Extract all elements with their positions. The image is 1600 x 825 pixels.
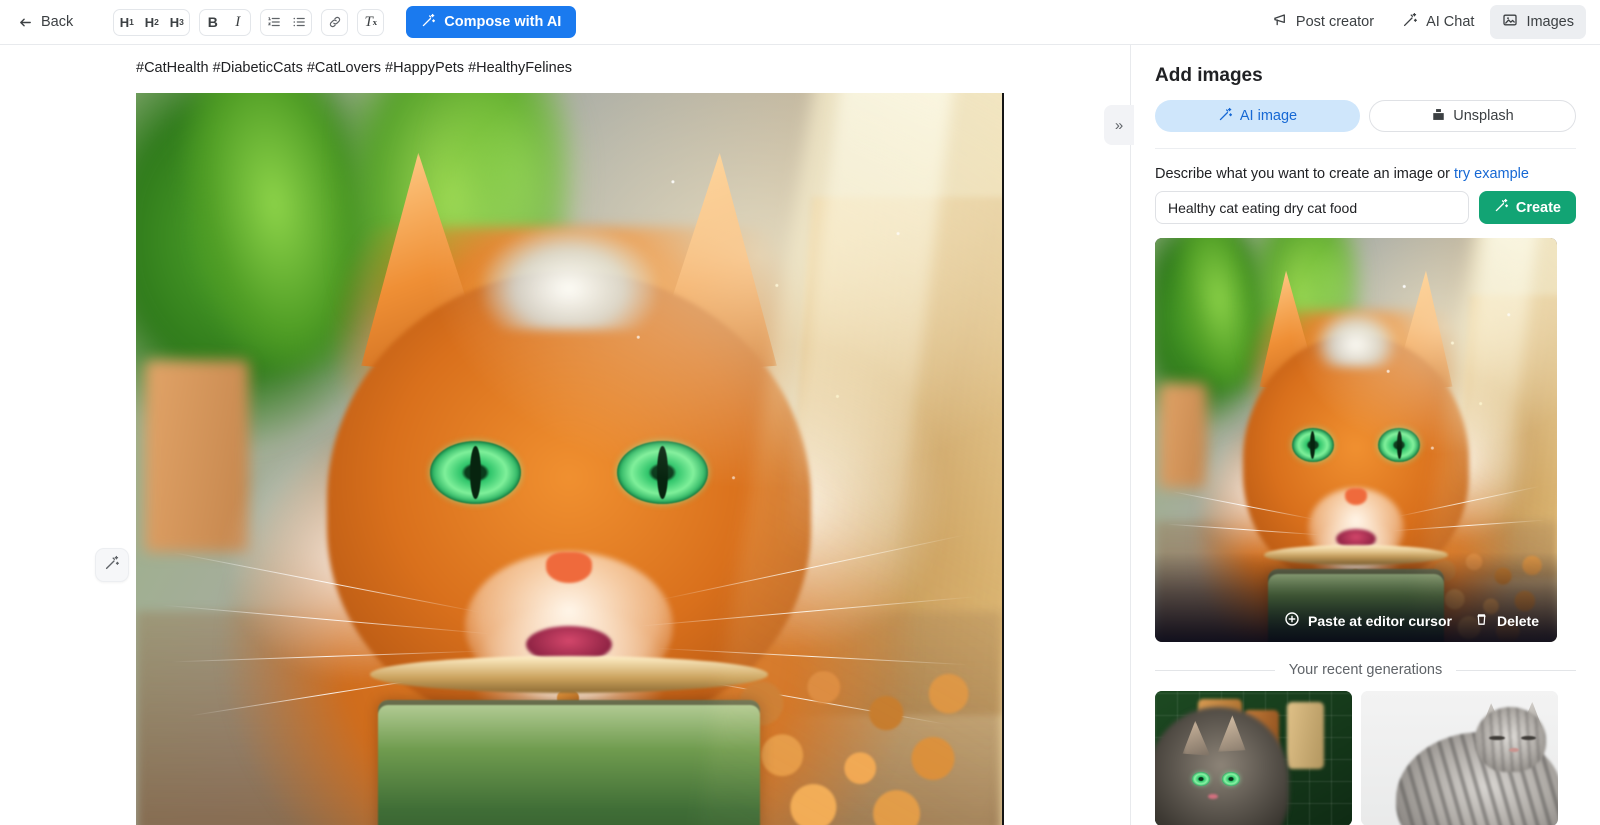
hashtag-line[interactable]: #CatHealth #DiabeticCats #CatLovers #Hap…: [136, 57, 1130, 79]
unsplash-icon: [1431, 107, 1446, 126]
panel-collapse-toggle[interactable]: »: [1104, 105, 1134, 145]
editor-toolbar: Back H1 H2 H3 B I: [0, 0, 1600, 45]
arrow-left-icon: [18, 15, 33, 30]
prompt-instruction-text: Describe what you want to create an imag…: [1155, 166, 1454, 182]
link-icon: [328, 15, 342, 29]
panel-title: Add images: [1155, 65, 1576, 87]
recent-generations-label: Your recent generations: [1289, 662, 1442, 678]
recent-generation-1[interactable]: [1155, 691, 1352, 825]
paste-at-editor-cursor-button[interactable]: Paste at editor cursor: [1284, 611, 1452, 630]
editor-embedded-image[interactable]: [136, 93, 1004, 825]
heading-2-button[interactable]: H2: [139, 10, 164, 35]
delete-image-button[interactable]: Delete: [1474, 612, 1539, 630]
tab-ai-image-label: AI image: [1240, 108, 1297, 124]
tab-unsplash-label: Unsplash: [1453, 108, 1513, 124]
prompt-instruction: Describe what you want to create an imag…: [1155, 166, 1576, 182]
post-editor[interactable]: #CatHealth #DiabeticCats #CatLovers #Hap…: [0, 45, 1130, 825]
back-label: Back: [41, 14, 73, 30]
heading-3-button[interactable]: H3: [164, 10, 189, 35]
image-source-tabs: AI image Unsplash: [1155, 100, 1576, 149]
magic-wand-icon: [1218, 107, 1233, 126]
tab-images-label: Images: [1526, 14, 1574, 30]
toolbar-right-tabs: Post creator AI Chat Images: [1260, 5, 1586, 39]
prompt-row: Create: [1155, 191, 1576, 224]
magic-wand-icon: [104, 555, 120, 576]
cat-thumbnail-white: [1361, 691, 1558, 825]
tab-images[interactable]: Images: [1490, 5, 1586, 39]
bold-button[interactable]: B: [200, 10, 225, 35]
heading-1-button[interactable]: H1: [114, 10, 139, 35]
back-button[interactable]: Back: [12, 10, 79, 34]
delete-label: Delete: [1497, 613, 1539, 629]
link-button[interactable]: [322, 10, 347, 35]
list-button-group: [260, 9, 312, 36]
trash-icon: [1474, 612, 1489, 630]
cat-illustration-large: [136, 93, 1002, 825]
ordered-list-icon: [267, 15, 281, 29]
compose-with-ai-button[interactable]: Compose with AI: [406, 6, 576, 38]
editor-content: #CatHealth #DiabeticCats #CatLovers #Hap…: [0, 45, 1130, 825]
recent-generations-divider: Your recent generations: [1155, 662, 1576, 678]
tab-unsplash[interactable]: Unsplash: [1369, 100, 1576, 132]
text-style-button-group: B I: [199, 9, 251, 36]
generated-image-preview[interactable]: Paste at editor cursor Delete: [1155, 238, 1557, 642]
magic-wand-icon: [1402, 12, 1418, 32]
recent-generation-2[interactable]: [1361, 691, 1558, 825]
create-label: Create: [1516, 200, 1561, 216]
magic-wand-icon: [1494, 198, 1509, 217]
bulleted-list-button[interactable]: [286, 10, 311, 35]
bulleted-list-icon: [292, 15, 306, 29]
workspace: #CatHealth #DiabeticCats #CatLovers #Hap…: [0, 45, 1600, 825]
tab-post-creator-label: Post creator: [1296, 14, 1374, 30]
add-images-panel: Add images AI image: [1130, 45, 1600, 825]
clear-formatting-button[interactable]: Tx: [358, 10, 383, 35]
recent-generations-grid: [1155, 691, 1576, 825]
ai-assist-wand-button[interactable]: [95, 548, 129, 582]
image-prompt-input[interactable]: [1155, 191, 1469, 224]
italic-button[interactable]: I: [225, 10, 250, 35]
compose-label: Compose with AI: [444, 14, 561, 30]
app-root: Back H1 H2 H3 B I: [0, 0, 1600, 825]
create-image-button[interactable]: Create: [1479, 191, 1576, 224]
tab-ai-chat-label: AI Chat: [1426, 14, 1474, 30]
ordered-list-button[interactable]: [261, 10, 286, 35]
link-button-group: [321, 9, 348, 36]
magic-wand-icon: [421, 13, 436, 32]
tab-ai-image[interactable]: AI image: [1155, 100, 1360, 132]
tab-post-creator[interactable]: Post creator: [1260, 5, 1386, 39]
clear-format-button-group: Tx: [357, 9, 384, 36]
heading-button-group: H1 H2 H3: [113, 9, 190, 36]
tab-ai-chat[interactable]: AI Chat: [1390, 5, 1486, 39]
megaphone-icon: [1272, 12, 1288, 32]
preview-action-overlay: Paste at editor cursor Delete: [1155, 552, 1557, 642]
image-icon: [1502, 12, 1518, 32]
cat-thumbnail-kitchen: [1155, 691, 1352, 825]
try-example-link[interactable]: try example: [1454, 166, 1529, 182]
plus-circle-icon: [1284, 611, 1300, 630]
paste-label: Paste at editor cursor: [1308, 613, 1452, 629]
